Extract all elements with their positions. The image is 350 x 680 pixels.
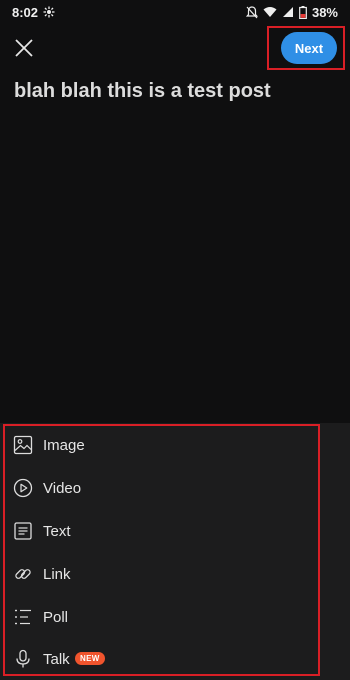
attachment-label: Image <box>43 436 85 454</box>
attachment-talk[interactable]: Talk NEW <box>0 639 320 679</box>
status-bar: 8:02 38% <box>0 0 350 24</box>
sync-icon <box>43 6 55 18</box>
attachment-text[interactable]: Text <box>0 511 320 551</box>
attachment-label: Video <box>43 479 82 497</box>
top-bar: Next <box>0 24 350 76</box>
signal-icon <box>282 7 293 17</box>
attachment-label: Poll <box>43 608 69 626</box>
post-title[interactable]: blah blah this is a test post <box>14 80 334 103</box>
poll-icon <box>15 609 31 625</box>
status-time: 8:02 <box>12 4 39 20</box>
battery-icon <box>299 5 307 19</box>
next-button[interactable]: Next <box>281 32 337 64</box>
new-badge: NEW <box>75 652 105 665</box>
play-icon <box>13 478 33 498</box>
attachment-poll[interactable]: Poll <box>0 597 320 637</box>
close-icon[interactable] <box>12 36 36 60</box>
link-icon <box>15 569 31 579</box>
attachment-link[interactable]: Link <box>0 554 320 594</box>
wifi-icon <box>263 7 277 17</box>
attachment-video[interactable]: Video <box>0 468 320 508</box>
attachment-label: Text <box>43 522 71 540</box>
attachment-label: Link <box>43 565 71 583</box>
battery-percentage: 38% <box>311 4 338 20</box>
microphone-icon <box>16 649 30 668</box>
attachment-label: Talk <box>43 650 70 668</box>
text-icon <box>14 522 32 540</box>
attachment-sheet: Image Video Text Link Poll Talk NEW <box>0 423 350 680</box>
image-icon <box>13 435 33 455</box>
attachment-image[interactable]: Image <box>0 425 320 465</box>
notifications-muted-icon <box>245 5 258 18</box>
